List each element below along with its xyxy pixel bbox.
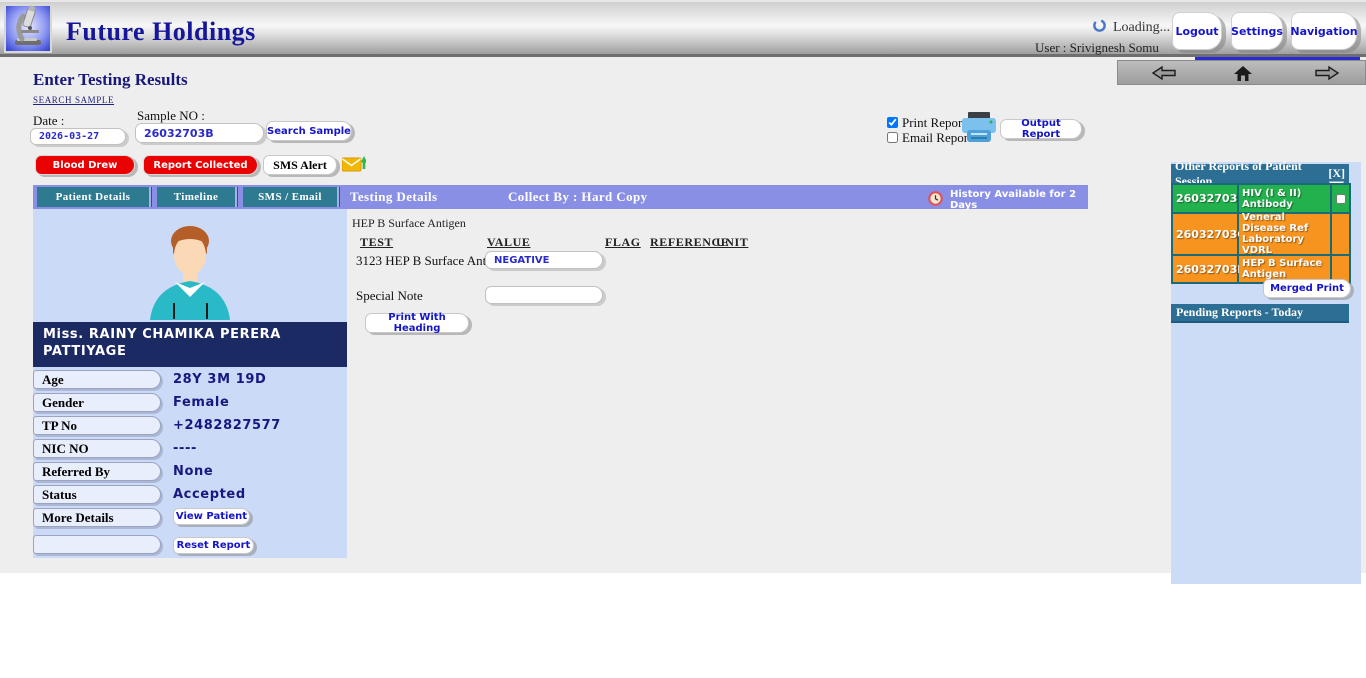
date-input[interactable]: [30, 128, 126, 145]
history-nav-bar: [1117, 60, 1366, 85]
test-result-input[interactable]: [485, 251, 603, 269]
navigation-button[interactable]: Navigation: [1291, 12, 1357, 50]
history-note-label: History Available for 2 Days: [950, 189, 1088, 211]
special-note-input[interactable]: [485, 286, 603, 304]
age-value: 28Y 3M 19D: [173, 372, 266, 387]
nicno-label: NIC NO: [33, 439, 161, 458]
more-details-label: More Details: [33, 508, 161, 527]
mail-icon[interactable]: [342, 154, 366, 179]
settings-button[interactable]: Settings: [1231, 12, 1283, 50]
status-value: Accepted: [173, 487, 246, 502]
column-header-value: VALUE: [487, 235, 530, 250]
patient-details-panel: Miss. RAINY CHAMIKA PERERA PATTIYAGE Age…: [33, 209, 347, 558]
home-icon[interactable]: [1233, 65, 1253, 87]
history-availability: History Available for 2 Days: [928, 189, 1088, 211]
other-reports-table: 26032703 HIV (I & II) Antibody 26032703C…: [1171, 183, 1351, 284]
page-title: Enter Testing Results: [33, 70, 188, 90]
status-label: Status: [33, 485, 161, 504]
clock-icon: [928, 191, 943, 209]
loading-indicator: Loading...: [1092, 18, 1170, 38]
special-note-label: Special Note: [356, 288, 423, 304]
patient-detail-rows: Age 28Y 3M 19D Gender Female TP No +2482…: [33, 370, 347, 558]
patient-row-referredby: Referred By None: [33, 462, 347, 485]
gender-value: Female: [173, 395, 229, 410]
search-sample-link[interactable]: SEARCH SAMPLE: [33, 95, 114, 105]
referredby-label: Referred By: [33, 462, 161, 481]
patient-row-reset: Reset Report: [33, 535, 347, 558]
collect-by-label: Collect By : Hard Copy: [508, 189, 648, 205]
email-report-option[interactable]: Email Report: [887, 130, 972, 145]
email-report-checkbox[interactable]: [887, 132, 898, 143]
loading-label: Loading...: [1113, 20, 1170, 36]
patient-row-status: Status Accepted: [33, 485, 347, 508]
nicno-value: ----: [173, 441, 197, 456]
empty-pill-label: [33, 535, 161, 554]
screen: Future Holdings Loading... User : Srivig…: [0, 0, 1366, 678]
app-title: Future Holdings: [66, 17, 256, 47]
tpno-value: +2482827577: [173, 418, 281, 433]
forward-arrow-icon[interactable]: [1314, 65, 1340, 86]
tab-patient-details[interactable]: Patient Details: [37, 187, 151, 207]
other-reports-header: Other Reports of Patient Session [X]: [1171, 164, 1349, 183]
report-row-id[interactable]: 26032703: [1173, 185, 1237, 212]
report-row-id[interactable]: 26032703B: [1173, 256, 1237, 282]
age-label: Age: [33, 370, 161, 389]
reset-report-button[interactable]: Reset Report: [173, 537, 254, 554]
patient-row-tpno: TP No +2482827577: [33, 416, 347, 439]
print-with-heading-button[interactable]: Print With Heading: [365, 313, 469, 333]
logout-button[interactable]: Logout: [1172, 12, 1222, 50]
patient-avatar: [130, 215, 250, 325]
report-row-id[interactable]: 26032703C: [1173, 214, 1237, 254]
patient-row-age: Age 28Y 3M 19D: [33, 370, 347, 393]
column-header-flag: FLAG: [605, 235, 641, 250]
print-report-label: Print Report: [902, 115, 966, 131]
print-report-option[interactable]: Print Report: [887, 115, 972, 130]
column-header-test: TEST: [360, 235, 393, 250]
blood-drew-button[interactable]: Blood Drew: [35, 155, 135, 175]
testing-details-heading: Testing Details: [350, 189, 438, 205]
sms-alert-button[interactable]: SMS Alert: [263, 155, 337, 175]
close-panel-button[interactable]: [X]: [1328, 166, 1345, 181]
report-collected-button[interactable]: Report Collected: [143, 155, 258, 175]
back-arrow-icon[interactable]: [1151, 65, 1177, 86]
date-label: Date :: [33, 113, 64, 129]
column-header-unit: UNIT: [716, 235, 748, 250]
tpno-label: TP No: [33, 416, 161, 435]
microscope-icon: [8, 5, 48, 52]
tab-sms-email[interactable]: SMS / Email: [243, 187, 339, 207]
gender-label: Gender: [33, 393, 161, 412]
merged-print-button[interactable]: Merged Print: [1263, 279, 1351, 298]
report-row-checkbox-cell: [1332, 214, 1349, 254]
search-sample-button[interactable]: Search Sample: [266, 121, 352, 141]
output-report-button[interactable]: Output Report: [1000, 119, 1082, 139]
test-group-title: HEP B Surface Antigen: [352, 216, 466, 231]
report-row-checkbox-cell: [1332, 185, 1349, 212]
logged-in-user: User : Srivignesh Somu: [1035, 40, 1159, 56]
spinner-icon: [1092, 18, 1107, 38]
report-select-checkbox[interactable]: [1336, 194, 1346, 204]
referredby-value: None: [173, 464, 213, 479]
patient-row-gender: Gender Female: [33, 393, 347, 416]
app-logo: [4, 4, 52, 53]
patient-name: Miss. RAINY CHAMIKA PERERA PATTIYAGE: [33, 322, 347, 367]
other-reports-panel: Other Reports of Patient Session [X] 260…: [1171, 162, 1361, 584]
report-row-name[interactable]: Veneral Disease Ref Laboratory VDRL: [1239, 214, 1330, 254]
patient-row-moredetails: More Details View Patient: [33, 508, 347, 531]
sample-no-label: Sample NO :: [137, 108, 205, 124]
printer-icon[interactable]: [961, 112, 997, 148]
patient-row-nicno: NIC NO ----: [33, 439, 347, 462]
details-tab-bar: Patient Details Timeline SMS / Email Tes…: [33, 185, 1088, 209]
tab-timeline[interactable]: Timeline: [157, 187, 237, 207]
pending-reports-header: Pending Reports - Today: [1171, 304, 1349, 323]
print-report-checkbox[interactable]: [887, 117, 898, 128]
report-row-name[interactable]: HIV (I & II) Antibody: [1239, 185, 1330, 212]
report-output-options: Print Report Email Report: [887, 115, 972, 145]
app-header: Future Holdings Loading... User : Srivig…: [0, 0, 1366, 57]
sample-no-input[interactable]: [135, 123, 264, 143]
view-patient-button[interactable]: View Patient: [173, 508, 250, 525]
